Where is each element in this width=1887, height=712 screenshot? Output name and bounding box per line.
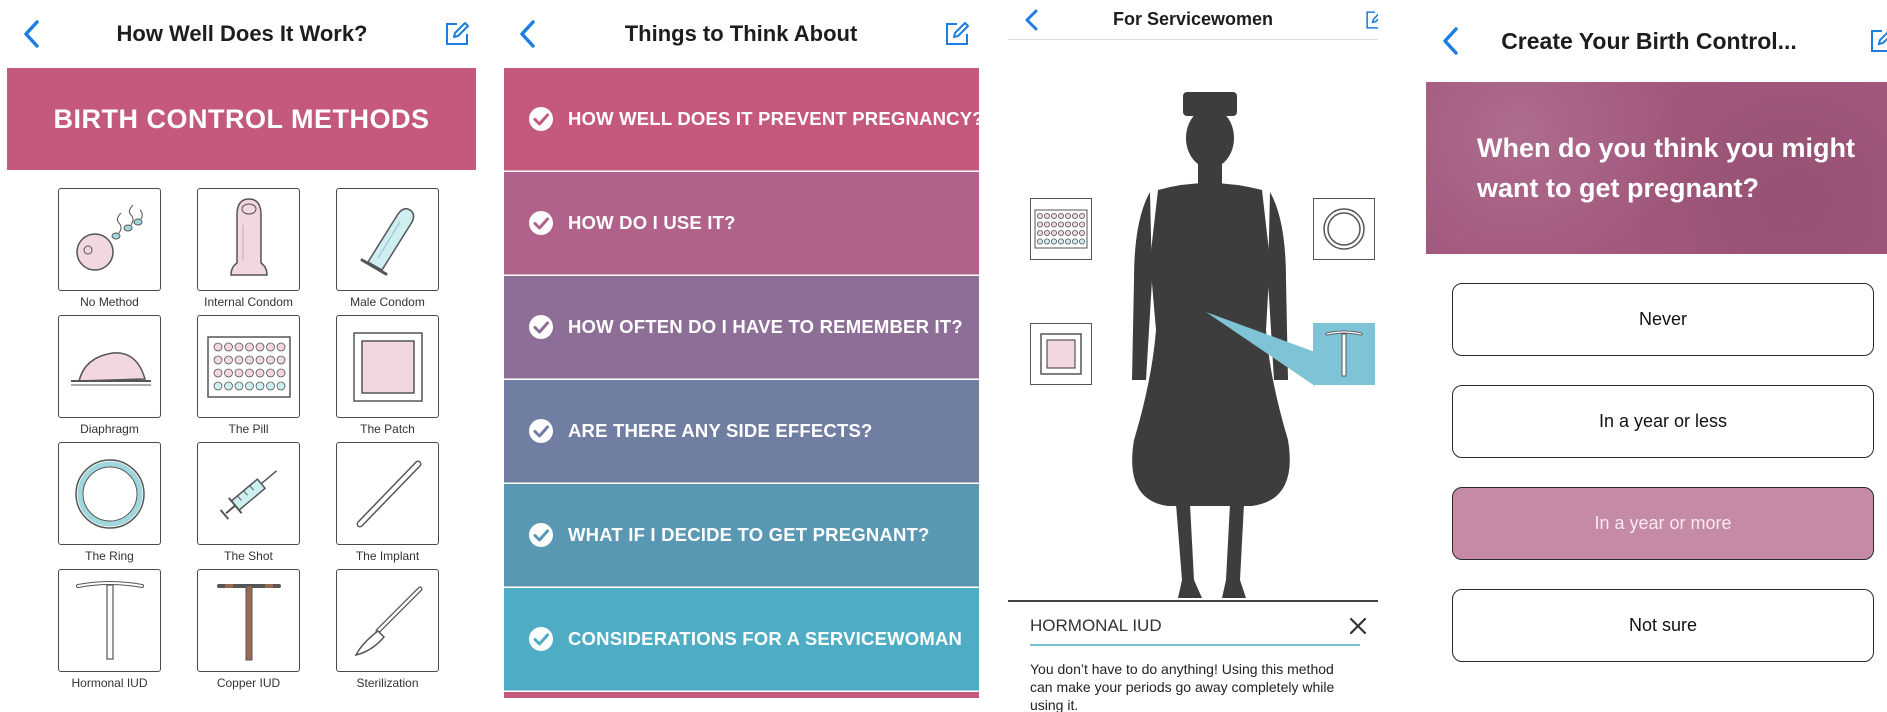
back-button[interactable] — [1016, 2, 1046, 38]
patch-icon — [352, 331, 423, 402]
checkmark-circle-icon — [529, 315, 553, 339]
method-tile-the-shot[interactable]: The Shot — [179, 442, 318, 569]
back-button[interactable] — [16, 16, 46, 52]
checkmark-circle-icon — [529, 107, 553, 131]
ring-method-button[interactable] — [1313, 198, 1375, 260]
answer-year-or-less-button[interactable]: In a year or less — [1452, 385, 1874, 458]
ring-icon — [74, 458, 145, 529]
topic-item[interactable]: HOW WELL DOES IT PREVENT PREGNANCY? — [504, 68, 984, 171]
patch-method-button[interactable] — [1030, 323, 1092, 385]
chevron-left-icon — [520, 20, 535, 48]
hormonal-iud-icon — [75, 580, 144, 660]
topic-item[interactable]: ARE THERE ANY SIDE EFFECTS? — [504, 380, 979, 483]
panel-description: You don’t have to do anything! Using thi… — [1030, 661, 1335, 712]
edit-icon — [1871, 30, 1887, 52]
topic-item[interactable]: HOW OFTEN DO I HAVE TO REMEMBER IT? — [504, 276, 979, 379]
page-title: Things to Think About — [624, 21, 858, 46]
methods-banner: BIRTH CONTROL METHODS — [7, 68, 476, 170]
edit-button[interactable] — [1358, 3, 1378, 37]
method-tile-the-patch[interactable]: The Patch — [318, 315, 457, 442]
create-plan-screen: Create Your Birth Control... When do you… — [1411, 0, 1887, 712]
topic-item[interactable]: WHAT IF I DECIDE TO GET PREGNANT? — [504, 484, 979, 587]
topic-label: HOW OFTEN DO I HAVE TO REMEMBER IT? — [568, 316, 963, 337]
pill-pack-icon — [1034, 209, 1088, 249]
method-tile-copper-iud[interactable]: Copper IUD — [179, 569, 318, 696]
panel-title: HORMONAL IUD — [1030, 616, 1162, 635]
page-title: Create Your Birth Control... — [1501, 27, 1797, 54]
chevron-left-icon — [1025, 9, 1038, 30]
method-tile-the-implant[interactable]: The Implant — [318, 442, 457, 569]
back-button[interactable] — [512, 16, 542, 52]
page-title: For Servicewomen — [1112, 9, 1274, 29]
method-tile-no-method[interactable]: No Method — [40, 188, 179, 315]
method-tile-internal-condom[interactable]: Internal Condom — [179, 188, 318, 315]
question-text: When do you think you might want to get … — [1477, 133, 1855, 203]
checkmark-circle-icon — [529, 419, 553, 443]
things-to-think-screen: Things to Think About HOW WELL DOES IT P… — [498, 0, 984, 712]
hormonal-iud-icon — [1325, 330, 1363, 377]
panel-underline — [1030, 644, 1360, 646]
methods-grid: No Method Internal Condom Male Condom Di… — [40, 188, 460, 696]
topic-label: HOW WELL DOES IT PREVENT PREGNANCY? — [568, 108, 984, 129]
method-tile-diaphragm[interactable]: Diaphragm — [40, 315, 179, 442]
chevron-left-icon — [1443, 27, 1458, 55]
implant-icon — [356, 460, 421, 527]
nav-bar: For Servicewomen — [1008, 0, 1378, 40]
edit-button[interactable] — [1865, 24, 1887, 58]
question-banner: When do you think you might want to get … — [1426, 82, 1887, 254]
pill-method-button[interactable] — [1030, 198, 1092, 260]
male-condom-icon — [360, 207, 414, 275]
checkmark-circle-icon — [529, 523, 553, 547]
answer-year-or-more-button[interactable]: In a year or more — [1452, 487, 1874, 560]
topic-item[interactable]: HOW DO I USE IT? — [504, 172, 979, 275]
banner-title: BIRTH CONTROL METHODS — [53, 103, 430, 134]
checkmark-circle-icon — [529, 627, 553, 651]
edit-button[interactable] — [440, 17, 474, 51]
method-tile-sterilization[interactable]: Sterilization — [318, 569, 457, 696]
back-button[interactable] — [1435, 23, 1465, 59]
nav-bar: Create Your Birth Control... — [1411, 0, 1887, 82]
topic-label: WHAT IF I DECIDE TO GET PREGNANT? — [568, 524, 930, 545]
hormonal-iud-method-button[interactable] — [1313, 323, 1375, 385]
method-tile-male-condom[interactable]: Male Condom — [318, 188, 457, 315]
syringe-icon — [219, 469, 277, 520]
method-tile-hormonal-iud[interactable]: Hormonal IUD — [40, 569, 179, 696]
edit-button[interactable] — [940, 17, 974, 51]
checkmark-circle-icon — [529, 211, 553, 235]
close-button[interactable] — [1346, 614, 1370, 638]
how-well-screen: How Well Does It Work? BIRTH CONTROL MET… — [0, 0, 484, 712]
pill-pack-icon — [206, 335, 291, 398]
edit-icon — [1366, 10, 1378, 29]
nav-bar: Things to Think About — [498, 0, 984, 68]
topic-item[interactable]: CONSIDERATIONS FOR A SERVICEWOMAN — [504, 588, 979, 691]
list-bottom-edge — [504, 692, 979, 698]
answer-not-sure-button[interactable]: Not sure — [1452, 589, 1874, 662]
servicewomen-screen: For Servicewomen HORMONAL IUD You don’t … — [1008, 0, 1378, 712]
internal-condom-icon — [229, 197, 268, 276]
topic-label: ARE THERE ANY SIDE EFFECTS? — [568, 420, 873, 441]
chevron-left-icon — [24, 20, 39, 48]
scalpel-icon — [354, 586, 422, 656]
copper-iud-icon — [216, 583, 281, 660]
sperm-egg-icon — [75, 204, 143, 271]
edit-icon — [446, 22, 469, 45]
nav-bar: How Well Does It Work? — [0, 0, 484, 68]
diaphragm-icon — [70, 351, 151, 385]
ring-icon — [1323, 208, 1365, 250]
patch-icon — [1040, 333, 1082, 375]
info-panel: HORMONAL IUD You don’t have to do anythi… — [1008, 602, 1378, 712]
method-tile-the-pill[interactable]: The Pill — [179, 315, 318, 442]
answer-never-button[interactable]: Never — [1452, 283, 1874, 356]
edit-icon — [946, 22, 969, 45]
close-icon — [1349, 617, 1367, 635]
page-title: How Well Does It Work? — [116, 21, 368, 46]
topic-label: HOW DO I USE IT? — [568, 212, 736, 233]
topic-label: CONSIDERATIONS FOR A SERVICEWOMAN — [568, 628, 963, 649]
method-tile-the-ring[interactable]: The Ring — [40, 442, 179, 569]
